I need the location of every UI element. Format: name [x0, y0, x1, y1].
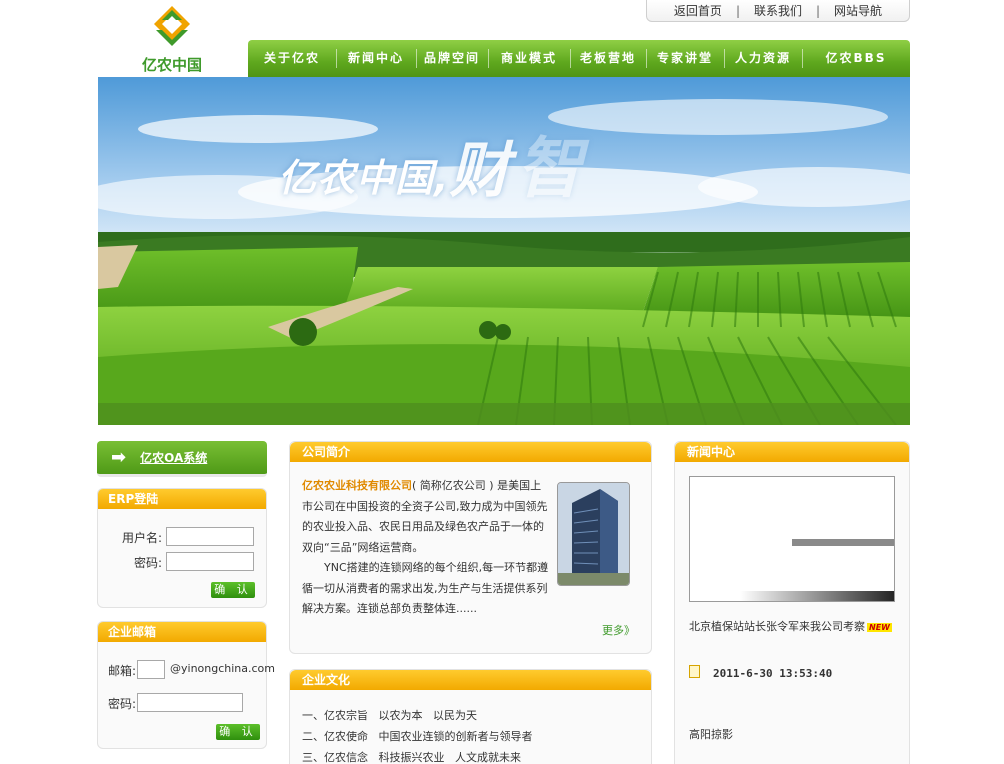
top-link-separator: | [816, 3, 821, 18]
mail-email-input[interactable] [137, 660, 165, 679]
erp-password-input[interactable] [166, 552, 254, 571]
mail-password-label: 密码: [107, 697, 136, 711]
slideshow-bar [792, 539, 894, 546]
company-intro-text: 亿农农业科技有限公司( 简称亿农公司 ) 是美国上市公司在中国投资的全资子公司,… [302, 476, 550, 620]
culture-panel: 企业文化 一、亿农宗旨 以农为本 以民为天 二、亿农使命 中国农业连锁的创新者与… [289, 669, 652, 764]
mail-login-panel: 企业邮箱 邮箱: @yinongchina.com 密码: 确 认 [97, 621, 275, 749]
intro-more-link[interactable]: 更多》 [602, 622, 635, 638]
document-icon [689, 665, 700, 678]
erp-login-title: ERP登陆 [98, 489, 266, 509]
culture-line: 二、亿农使命 中国农业连锁的创新者与领导者 [302, 730, 533, 743]
mail-email-label: 邮箱: [107, 664, 136, 678]
logo-text: 亿农中国 [141, 56, 202, 74]
news-title: 新闻中心 [675, 442, 909, 462]
hero-banner: 亿农中国,财智 [98, 77, 910, 425]
username-label: 用户名: [121, 531, 162, 545]
nav-item-boss-camp[interactable]: 老板营地 [570, 40, 646, 77]
mail-login-title: 企业邮箱 [98, 622, 266, 642]
nav-item-bbs[interactable]: 亿农BBS [802, 40, 910, 77]
company-building-image [557, 482, 630, 586]
culture-title: 企业文化 [290, 670, 651, 690]
news-slideshow[interactable] [689, 476, 895, 602]
nav-item-news[interactable]: 新闻中心 [336, 40, 416, 77]
erp-password-label: 密码: [133, 556, 162, 570]
top-link-home[interactable]: 返回首页 [674, 2, 722, 19]
company-intro-title: 公司简介 [290, 442, 651, 462]
top-link-sitemap[interactable]: 网站导航 [834, 2, 882, 19]
news-caption[interactable]: 高阳掠影 [689, 726, 733, 742]
nav-item-expert-lectures[interactable]: 专家讲堂 [646, 40, 724, 77]
nav-item-brand[interactable]: 品牌空间 [416, 40, 488, 77]
nav-item-hr[interactable]: 人力资源 [724, 40, 802, 77]
top-link-contact[interactable]: 联系我们 [754, 2, 802, 19]
erp-login-panel: ERP登陆 用户名: 密码: 确 认 [97, 488, 267, 608]
main-nav: 关于亿农 新闻中心 品牌空间 商业模式 老板营地 专家讲堂 人力资源 亿农BBS [248, 40, 910, 77]
banner-slogan-faint: 智 [516, 130, 584, 207]
nav-item-business-model[interactable]: 商业模式 [488, 40, 570, 77]
logo-mark-icon [154, 6, 190, 46]
news-headline: 北京植保站站长张令军来我公司考察 [689, 620, 865, 633]
news-headline-item[interactable]: 北京植保站站长张令军来我公司考察 NEW [689, 618, 892, 634]
nav-item-about[interactable]: 关于亿农 [248, 40, 336, 77]
banner-slogan-big: 财 [449, 136, 511, 206]
culture-line: 三、亿农信念 科技振兴农业 人文成就未来 [302, 751, 521, 764]
company-name: 亿农农业科技有限公司 [302, 479, 412, 492]
slideshow-gradient-bar [740, 591, 894, 601]
top-link-separator: | [735, 3, 740, 18]
culture-line: 一、亿农宗旨 以农为本 以民为天 [302, 709, 477, 722]
company-intro-panel: 公司简介 亿农农业科技有限公司( 简称亿农公司 ) 是美国上市公司在中国投资的全… [289, 441, 652, 654]
oa-system-label: 亿农OA系统 [140, 451, 208, 465]
banner-slogan-main: 亿农中国, [278, 156, 450, 200]
erp-submit-button[interactable]: 确 认 [211, 582, 255, 598]
arrow-right-icon: ➡ [111, 447, 127, 468]
username-input[interactable] [166, 527, 254, 546]
news-date: 2011-6-30 13:53:40 [713, 667, 833, 680]
banner-slogan: 亿农中国,财智 [278, 115, 583, 211]
mail-password-input[interactable] [137, 693, 243, 712]
oa-system-link[interactable]: ➡ 亿农OA系统 [97, 441, 267, 477]
news-panel: 新闻中心 北京植保站站长张令军来我公司考察 NEW 2011-6-30 13:53… [674, 441, 910, 764]
new-badge-icon: NEW [867, 623, 892, 632]
top-links-bar: 返回首页 | 联系我们 | 网站导航 [646, 0, 910, 22]
logo[interactable]: 亿农中国 [136, 4, 208, 74]
mail-domain: @yinongchina.com [170, 662, 275, 675]
company-intro-p2: YNC搭建的连锁网络的每个组织,每一环节都遵循一切从消费者的需求出发,为生产与生… [302, 561, 549, 615]
mail-submit-button[interactable]: 确 认 [216, 724, 260, 740]
